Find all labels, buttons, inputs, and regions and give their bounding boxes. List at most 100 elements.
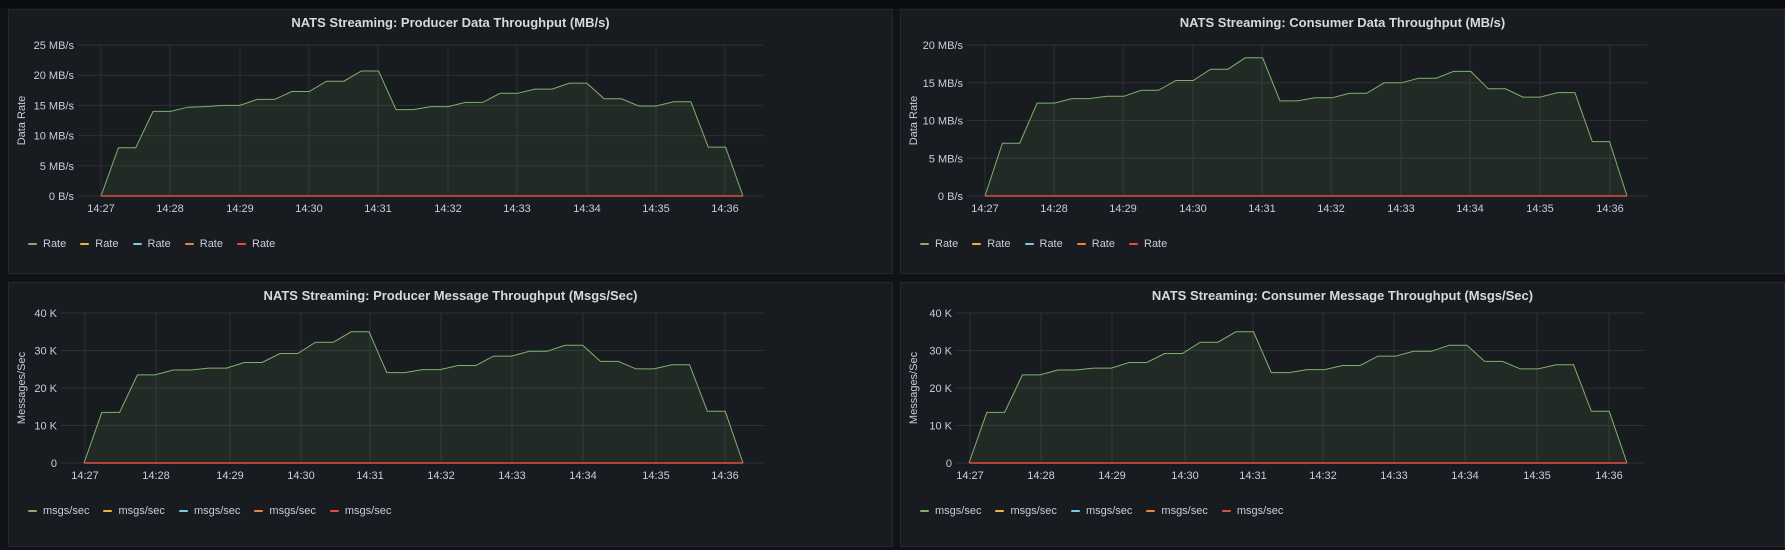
chart-svg[interactable]: 0 10 K 20 K 30 K 40 K 14:27 14:28 14:29 14:30 14:… bbox=[9, 283, 893, 518]
legend-label: Rate bbox=[43, 238, 67, 250]
x-tick-label: 14:36 bbox=[1596, 203, 1624, 215]
x-tick-label: 14:33 bbox=[503, 203, 531, 215]
legend-item[interactable]: Rate bbox=[972, 238, 1011, 250]
x-tick-label: 14:30 bbox=[1179, 203, 1207, 215]
legend-label: msgs/sec bbox=[193, 505, 241, 517]
legend-label: msgs/sec bbox=[43, 505, 90, 517]
legend-swatch bbox=[920, 510, 929, 512]
legend-label: msgs/sec bbox=[344, 505, 392, 517]
legend-item[interactable]: msgs/sec bbox=[920, 505, 981, 517]
y-axis-label: Data Rate bbox=[908, 96, 920, 146]
x-tick-label: 14:30 bbox=[287, 470, 315, 482]
legend-label: Rate bbox=[252, 238, 276, 250]
x-tick-label: 14:34 bbox=[1456, 203, 1484, 215]
legend-swatch bbox=[972, 243, 982, 245]
legend-item[interactable]: Rate bbox=[28, 238, 66, 250]
dashboard-top-strip bbox=[0, 0, 1785, 8]
legend-item[interactable]: Rate bbox=[920, 238, 958, 250]
legend-item[interactable]: msgs/sec bbox=[178, 505, 241, 517]
legend-item[interactable]: msgs/sec bbox=[1146, 505, 1208, 517]
legend-label: Rate bbox=[987, 238, 1011, 250]
x-tick-label: 14:29 bbox=[216, 470, 244, 482]
legend-item[interactable]: Rate bbox=[1024, 238, 1063, 250]
x-tick-label: 14:30 bbox=[295, 203, 323, 215]
legend-item[interactable]: Rate bbox=[184, 238, 223, 250]
x-tick-label: 14:35 bbox=[1523, 470, 1551, 482]
y-tick-label: 5 MB/s bbox=[929, 153, 964, 165]
x-tick-label: 14:31 bbox=[1248, 203, 1276, 215]
legend-swatch bbox=[920, 243, 929, 245]
legend-item[interactable]: Rate bbox=[132, 238, 171, 250]
legend-item[interactable]: msgs/sec bbox=[28, 505, 89, 517]
producer-data-throughput-panel[interactable]: NATS Streaming: Producer Data Throughput… bbox=[8, 9, 893, 274]
x-tick-label: 14:31 bbox=[356, 470, 384, 482]
x-tick-label: 14:31 bbox=[1239, 470, 1267, 482]
y-tick-label: 20 MB/s bbox=[34, 70, 75, 82]
legend-swatch bbox=[28, 510, 37, 512]
legend-swatch bbox=[237, 243, 246, 245]
legend-label: Rate bbox=[1091, 238, 1115, 250]
legend-label: Rate bbox=[1039, 238, 1063, 250]
legend-swatch bbox=[1221, 510, 1231, 512]
producer-message-throughput-panel[interactable]: NATS Streaming: Producer Message Through… bbox=[8, 282, 893, 547]
x-tick-label: 14:28 bbox=[156, 203, 184, 215]
legend-swatch bbox=[254, 510, 264, 512]
consumer-data-throughput-panel[interactable]: NATS Streaming: Consumer Data Throughput… bbox=[900, 9, 1785, 274]
legend-label: msgs/sec bbox=[935, 505, 982, 517]
legend-item[interactable]: msgs/sec bbox=[254, 505, 316, 517]
y-tick-label: 40 K bbox=[34, 308, 57, 320]
x-tick-label: 14:29 bbox=[1109, 203, 1137, 215]
legend-item[interactable]: msgs/sec bbox=[1221, 505, 1283, 517]
x-tick-label: 14:28 bbox=[1040, 203, 1068, 215]
legend-item[interactable]: Rate bbox=[80, 238, 119, 250]
y-tick-label: 0 B/s bbox=[49, 191, 75, 203]
x-tick-label: 14:30 bbox=[1171, 470, 1199, 482]
legend-label: Rate bbox=[935, 238, 959, 250]
legend-label: msgs/sec bbox=[269, 505, 316, 517]
x-tick-label: 14:31 bbox=[364, 203, 392, 215]
y-tick-label: 10 MB/s bbox=[34, 131, 75, 143]
y-axis-label: Messages/Sec bbox=[908, 351, 920, 424]
x-tick-label: 14:36 bbox=[1595, 470, 1623, 482]
legend-item[interactable]: msgs/sec bbox=[995, 505, 1057, 517]
x-tick-label: 14:29 bbox=[226, 203, 254, 215]
legend-item[interactable]: msgs/sec bbox=[329, 505, 392, 517]
x-tick-label: 14:28 bbox=[1027, 470, 1055, 482]
x-tick-label: 14:33 bbox=[1387, 203, 1415, 215]
y-tick-label: 40 K bbox=[929, 308, 952, 320]
legend-swatch bbox=[1129, 243, 1138, 245]
legend-label: Rate bbox=[147, 238, 171, 250]
x-tick-label: 14:34 bbox=[569, 470, 597, 482]
y-tick-label: 15 MB/s bbox=[923, 78, 964, 90]
legend-swatch bbox=[1146, 510, 1156, 512]
legend-swatch bbox=[103, 510, 113, 512]
legend-item[interactable]: Rate bbox=[1129, 238, 1167, 250]
legend-item[interactable]: Rate bbox=[1076, 238, 1115, 250]
x-tick-label: 14:36 bbox=[711, 470, 739, 482]
legend-item[interactable]: msgs/sec bbox=[103, 505, 165, 517]
legend: Rate Rate Rate Rate Rate bbox=[28, 238, 275, 250]
legend-swatch bbox=[995, 510, 1005, 512]
legend-swatch bbox=[178, 510, 188, 512]
legend-item[interactable]: Rate bbox=[237, 238, 275, 250]
legend-label: Rate bbox=[95, 238, 119, 250]
legend-item[interactable]: msgs/sec bbox=[1070, 505, 1133, 517]
y-tick-label: 10 MB/s bbox=[923, 116, 964, 128]
x-tick-label: 14:34 bbox=[573, 203, 601, 215]
y-tick-label: 30 K bbox=[929, 346, 952, 358]
x-tick-label: 14:32 bbox=[427, 470, 455, 482]
chart-svg[interactable]: 0 B/s 5 MB/s 10 MB/s 15 MB/s 20 MB/s 14:27 14:… bbox=[901, 10, 1785, 245]
legend: msgs/sec msgs/sec msgs/sec msgs/sec msgs/sec bbox=[920, 505, 1283, 517]
y-axis-label: Data Rate bbox=[16, 96, 28, 146]
x-tick-label: 14:33 bbox=[498, 470, 526, 482]
legend-label: msgs/sec bbox=[1085, 505, 1133, 517]
chart-svg[interactable]: 0 10 K 20 K 30 K 40 K 14:27 14:28 14:29 14:30 14:… bbox=[901, 283, 1785, 518]
x-tick-label: 14:33 bbox=[1380, 470, 1408, 482]
chart-svg[interactable]: 0 B/s 5 MB/s 10 MB/s 15 MB/s 20 MB/s 25 MB/s 1… bbox=[9, 10, 893, 245]
consumer-message-throughput-panel[interactable]: NATS Streaming: Consumer Message Through… bbox=[900, 282, 1785, 547]
x-tick-label: 14:29 bbox=[1098, 470, 1126, 482]
legend-swatch bbox=[80, 243, 90, 245]
y-tick-label: 5 MB/s bbox=[40, 161, 75, 173]
series-area bbox=[84, 331, 743, 463]
legend-swatch bbox=[1070, 510, 1080, 512]
